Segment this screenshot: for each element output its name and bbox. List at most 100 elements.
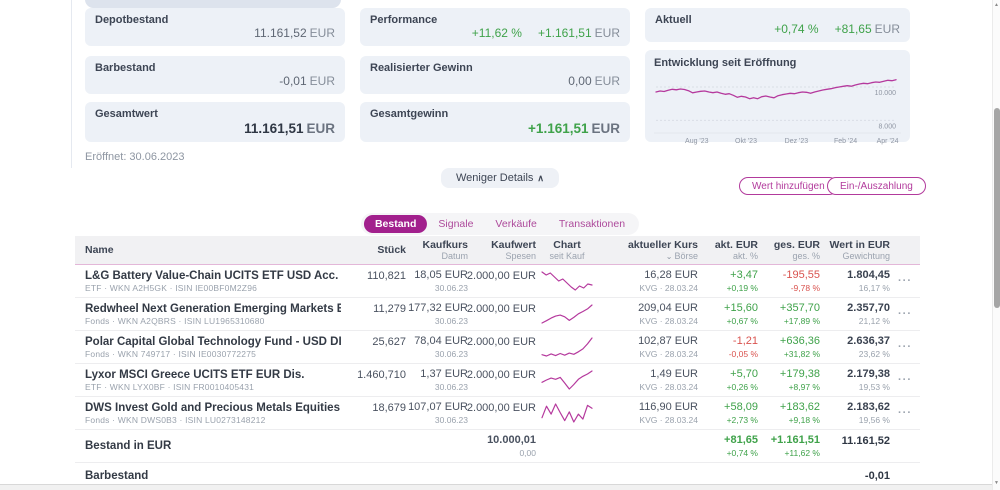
aktueller-kurs-cell: 16,28 EURKVG · 28.03.24 bbox=[598, 265, 698, 297]
bottom-divider bbox=[0, 484, 992, 490]
row-menu-icon[interactable]: ··· bbox=[890, 331, 920, 363]
table-row[interactable]: L&G Battery Value-Chain UCITS ETF USD Ac… bbox=[75, 265, 920, 298]
aktuell-amount: +81,65 bbox=[835, 22, 872, 36]
card-value: 11.161,52 bbox=[254, 26, 307, 40]
weniger-details-button[interactable]: Weniger Details ∧ bbox=[441, 168, 559, 188]
col-header-ges-eur: ges. EUR bbox=[774, 239, 820, 251]
row-menu-icon[interactable]: ··· bbox=[890, 265, 920, 297]
table-row[interactable]: Redwheel Next Generation Emerging Market… bbox=[75, 298, 920, 331]
col-header-wert-in-eur: Wert in EUR bbox=[830, 239, 890, 251]
kaufkurs-cell: 1,37 EUR30.06.23 bbox=[406, 364, 468, 396]
totals-row: Bestand in EUR 10.000,010,00 +81,65+0,74… bbox=[75, 430, 920, 463]
akt-eur-cell: +5,70+0,26 % bbox=[698, 364, 758, 396]
kaufwert-cell: 2.000,00 EUR bbox=[468, 298, 536, 330]
position-meta: ETF · WKN A2H5GK · ISIN IE00BF0M2Z96 bbox=[85, 283, 341, 294]
ein-auszahlung-button[interactable]: Ein-/Auszahlung bbox=[827, 177, 926, 195]
col-header-chart: Chart bbox=[553, 239, 580, 251]
svg-text:Okt '23: Okt '23 bbox=[735, 138, 757, 145]
card-label: Gesamtgewinn bbox=[370, 108, 620, 120]
sparkline-chart bbox=[536, 331, 598, 363]
tab-bestand[interactable]: Bestand bbox=[364, 215, 427, 233]
col-subheader-datum: Datum bbox=[441, 251, 468, 261]
wert-cell: 2.636,3723,62 % bbox=[820, 331, 890, 363]
wert-cell: 2.183,6219,56 % bbox=[820, 397, 890, 429]
table-body: L&G Battery Value-Chain UCITS ETF USD Ac… bbox=[75, 265, 920, 430]
kaufkurs-cell: 177,32 EUR30.06.23 bbox=[406, 298, 468, 330]
position-name-cell[interactable]: Redwheel Next Generation Emerging Market… bbox=[75, 298, 341, 330]
col-subheader-seit-kauf: seit Kauf bbox=[549, 251, 584, 261]
position-meta: Fonds · WKN DWS0B3 · ISIN LU0273148212 bbox=[85, 415, 341, 426]
card-entwicklung: Entwicklung seit Eröffnung 10.0008.000Au… bbox=[645, 50, 910, 142]
ges-eur-cell: +183,62+9,18 % bbox=[758, 397, 820, 429]
chevron-up-icon: ∧ bbox=[537, 173, 544, 184]
cash-wert: -0,01 bbox=[865, 469, 890, 483]
sparkline-chart bbox=[536, 397, 598, 429]
boerse-dropdown[interactable]: ⌄Börse bbox=[666, 251, 698, 261]
row-menu-icon[interactable]: ··· bbox=[890, 364, 920, 396]
currency-label: EUR bbox=[595, 74, 620, 88]
card-label: Performance bbox=[370, 14, 620, 26]
card-label: Depotbestand bbox=[95, 14, 335, 26]
table-row[interactable]: Polar Capital Global Technology Fund - U… bbox=[75, 331, 920, 364]
currency-label: EUR bbox=[310, 74, 335, 88]
col-header-akt-eur: akt. EUR bbox=[715, 239, 758, 251]
akt-eur-cell: -1,21-0,05 % bbox=[698, 331, 758, 363]
totals-akt-pct: +0,74 % bbox=[727, 448, 758, 459]
scroll-up-icon[interactable]: ▲ bbox=[993, 2, 1000, 8]
position-name: Polar Capital Global Technology Fund - U… bbox=[85, 335, 341, 349]
position-name-cell[interactable]: L&G Battery Value-Chain UCITS ETF USD Ac… bbox=[75, 265, 341, 297]
chevron-down-icon: ⌄ bbox=[666, 252, 673, 261]
wert-hinzufuegen-button[interactable]: Wert hinzufügen bbox=[739, 177, 838, 195]
card-label: Realisierter Gewinn bbox=[370, 62, 620, 74]
card-gesamtgewinn: Gesamtgewinn +1.161,51EUR bbox=[360, 102, 630, 142]
wert-cell: 1.804,4516,17 % bbox=[820, 265, 890, 297]
sparkline-chart bbox=[536, 298, 598, 330]
position-name-cell[interactable]: DWS Invest Gold and Precious Metals Equi… bbox=[75, 397, 341, 429]
position-meta: Fonds · WKN 749717 · ISIN IE0030772275 bbox=[85, 349, 341, 360]
clipped-top-button[interactable] bbox=[85, 0, 341, 8]
aktueller-kurs-cell: 1,49 EURKVG · 28.03.24 bbox=[598, 364, 698, 396]
vertical-scrollbar[interactable]: ▲ ▼ bbox=[992, 0, 1000, 490]
aktuell-percent: +0,74 % bbox=[774, 22, 818, 36]
position-name: Lyxor MSCI Greece UCITS ETF EUR Dis. bbox=[85, 368, 341, 382]
tab-verkäufe[interactable]: Verkäufe bbox=[484, 215, 547, 233]
col-header-kaufkurs: Kaufkurs bbox=[422, 239, 468, 251]
card-label: Gesamtwert bbox=[95, 108, 335, 120]
row-menu-icon[interactable]: ··· bbox=[890, 397, 920, 429]
kaufkurs-cell: 78,04 EUR30.06.23 bbox=[406, 331, 468, 363]
tab-signale[interactable]: Signale bbox=[427, 215, 484, 233]
totals-label: Bestand in EUR bbox=[85, 439, 341, 453]
position-name-cell[interactable]: Polar Capital Global Technology Fund - U… bbox=[75, 331, 341, 363]
ges-eur-cell: -195,55-9,78 % bbox=[758, 265, 820, 297]
table-header-row: Name Stück KaufkursDatum KaufwertSpesen … bbox=[75, 236, 920, 265]
card-realisierter-gewinn: Realisierter Gewinn 0,00EUR bbox=[360, 56, 630, 94]
currency-label: EUR bbox=[875, 22, 900, 36]
ges-eur-cell: +179,38+8,97 % bbox=[758, 364, 820, 396]
aktueller-kurs-cell: 209,04 EURKVG · 28.03.24 bbox=[598, 298, 698, 330]
card-gesamtwert: Gesamtwert 11.161,51EUR bbox=[85, 102, 345, 142]
card-barbestand: Barbestand -0,01EUR bbox=[85, 56, 345, 94]
totals-spesen: 0,00 bbox=[519, 448, 536, 459]
opened-date-label: Eröffnet: 30.06.2023 bbox=[85, 151, 185, 163]
row-menu-icon[interactable]: ··· bbox=[890, 298, 920, 330]
position-meta: ETF · WKN LYX0BF · ISIN FR0010405431 bbox=[85, 382, 341, 393]
sparkline-chart bbox=[536, 265, 598, 297]
col-subheader-gewichtung: Gewichtung bbox=[842, 251, 890, 261]
table-row[interactable]: DWS Invest Gold and Precious Metals Equi… bbox=[75, 397, 920, 430]
col-header-kaufwert: Kaufwert bbox=[491, 239, 536, 251]
kaufkurs-cell: 18,05 EUR30.06.23 bbox=[406, 265, 468, 297]
svg-text:10.000: 10.000 bbox=[875, 90, 897, 97]
position-name-cell[interactable]: Lyxor MSCI Greece UCITS ETF EUR Dis.ETF … bbox=[75, 364, 341, 396]
tab-transaktionen[interactable]: Transaktionen bbox=[548, 215, 636, 233]
svg-text:Feb '24: Feb '24 bbox=[834, 138, 857, 145]
cash-label: Barbestand bbox=[85, 469, 341, 483]
svg-text:Dez '23: Dez '23 bbox=[785, 138, 809, 145]
svg-text:8.000: 8.000 bbox=[878, 123, 896, 130]
table-row[interactable]: Lyxor MSCI Greece UCITS ETF EUR Dis.ETF … bbox=[75, 364, 920, 397]
portfolio-page: Depotbestand 11.161,52 EUR Performance +1… bbox=[0, 0, 1000, 490]
kaufwert-cell: 2.000,00 EUR bbox=[468, 397, 536, 429]
scroll-down-icon[interactable]: ▼ bbox=[993, 480, 1000, 486]
scrollbar-thumb[interactable] bbox=[994, 108, 1000, 308]
boerse-label: Börse bbox=[674, 251, 698, 261]
col-header-aktueller-kurs: aktueller Kurs bbox=[628, 239, 698, 251]
